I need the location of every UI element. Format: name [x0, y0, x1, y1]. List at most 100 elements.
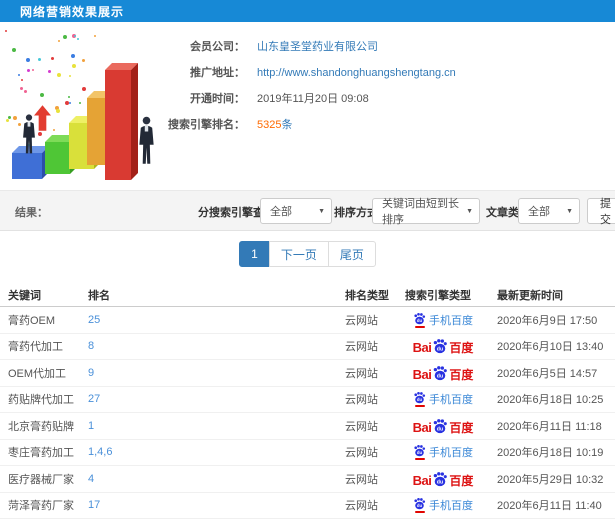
- promo-url-label: 推广地址：: [190, 67, 245, 79]
- table-row: 枣庄膏药加工 1,4,6 云网站 du 手机百度 2020年6月18日 10:19: [0, 440, 615, 466]
- cell-engine: du 手机百度: [397, 391, 489, 408]
- last-page-button[interactable]: 尾页: [327, 241, 376, 267]
- cell-rank[interactable]: 25: [88, 314, 100, 326]
- baidu-logo-badge[interactable]: Bai du 百度: [412, 471, 473, 487]
- open-time-label: 开通时间：: [190, 93, 245, 105]
- baidu-paw-icon: du: [434, 418, 448, 433]
- svg-text:du: du: [437, 373, 443, 379]
- cell-rank-type: 云网站: [345, 420, 378, 433]
- cell-engine: du 手机百度: [397, 444, 489, 461]
- cell-engine: Bai du 百度: [397, 338, 489, 354]
- mobile-baidu-badge[interactable]: du 手机百度: [413, 444, 473, 461]
- cell-keyword: 菏泽膏药厂家: [8, 500, 74, 513]
- cell-time: 2020年5月29日 10:32: [497, 473, 604, 486]
- cell-rank[interactable]: 9: [88, 367, 94, 379]
- cell-keyword: 药贴牌代加工: [8, 394, 74, 407]
- mobile-baidu-badge[interactable]: du 手机百度: [413, 497, 473, 514]
- table-row: 医疗器械厂家 4 云网站 Bai du 百度 2020年5月29日 10:32: [0, 466, 615, 493]
- baidu-paw-icon: du: [414, 392, 426, 404]
- table-row: 药贴牌代加工 27 云网站 du 手机百度 2020年6月18日 10:25: [0, 387, 615, 413]
- svg-text:du: du: [437, 479, 443, 485]
- svg-text:du: du: [417, 503, 423, 508]
- page: { "header": { "title": "网络营销效果展示", "bg_c…: [0, 0, 615, 520]
- cell-rank[interactable]: 17: [88, 499, 100, 511]
- info-row-rank-count: 搜索引擎排名： 5325条: [0, 116, 615, 134]
- cell-rank-type: 云网站: [345, 394, 378, 407]
- cell-time: 2020年6月11日 11:18: [497, 420, 602, 433]
- cell-engine: Bai du 百度: [397, 365, 489, 381]
- cell-rank[interactable]: 1: [88, 420, 94, 432]
- cell-keyword: 北京膏药贴牌: [8, 420, 74, 433]
- table-body: 膏药OEM 25 云网站 du 手机百度 2020年6月9日 17:50 膏药代加…: [0, 307, 615, 519]
- article-type-select-value: 全部: [528, 206, 550, 218]
- col-keyword: 关键词: [8, 289, 41, 302]
- sort-select[interactable]: 关键词由短到长排序 ▼: [372, 198, 480, 226]
- baidu-paw-icon: du: [414, 445, 426, 457]
- result-label: 结果：: [15, 207, 48, 219]
- cell-rank-type: 云网站: [345, 367, 378, 380]
- page-1-button[interactable]: 1: [239, 241, 270, 267]
- col-update-time: 最新更新时间: [497, 289, 563, 302]
- cell-keyword: OEM代加工: [8, 367, 67, 380]
- article-type-select[interactable]: 全部 ▼: [518, 198, 580, 224]
- cell-rank[interactable]: 8: [88, 340, 94, 352]
- mobile-baidu-badge[interactable]: du 手机百度: [413, 391, 473, 408]
- promo-url-link[interactable]: http://www.shandonghuangshengtang.cn: [257, 67, 456, 79]
- info-row-open-time: 开通时间： 2019年11月20日 09:08: [0, 90, 615, 108]
- rank-count-label: 搜索引擎排名：: [168, 119, 245, 131]
- cell-time: 2020年6月10日 13:40: [497, 341, 604, 354]
- baidu-paw-icon: du: [414, 498, 426, 510]
- cell-engine: Bai du 百度: [397, 418, 489, 434]
- filter-bar: 结果： 分搜索引擎查看 全部 ▼ 排序方式 关键词由短到长排序 ▼ 文章类型 全…: [0, 190, 615, 231]
- chevron-down-icon: ▼: [318, 208, 325, 215]
- submit-button[interactable]: 提交: [587, 198, 615, 226]
- baidu-logo-badge[interactable]: Bai du 百度: [412, 418, 473, 434]
- rank-count-suffix: 条: [281, 119, 293, 131]
- cell-time: 2020年6月11日 11:40: [497, 500, 602, 513]
- baidu-logo-badge[interactable]: Bai du 百度: [412, 365, 473, 381]
- page-title: 网络营销效果展示: [20, 4, 125, 19]
- baidu-bai-text: Bai: [412, 419, 432, 434]
- baidu-cn-text: 百度: [449, 341, 474, 355]
- cell-time: 2020年6月5日 14:57: [497, 367, 598, 380]
- chevron-down-icon: ▼: [466, 208, 473, 215]
- next-page-button[interactable]: 下一页: [268, 241, 329, 267]
- col-rank: 排名: [88, 289, 110, 302]
- info-row-url: 推广地址： http://www.shandonghuangshengtang.c…: [0, 64, 615, 82]
- cell-keyword: 膏药代加工: [8, 341, 63, 354]
- chart-bar-1: [12, 146, 49, 179]
- company-name-link[interactable]: 山东皇圣堂药业有限公司: [257, 41, 378, 53]
- table-row: 菏泽膏药厂家 17 云网站 du 手机百度 2020年6月11日 11:40: [0, 493, 615, 519]
- cell-rank[interactable]: 1,4,6: [88, 446, 112, 458]
- cell-rank-type: 云网站: [345, 447, 378, 460]
- mobile-baidu-badge[interactable]: du 手机百度: [413, 312, 473, 328]
- baidu-bai-text: Bai: [412, 340, 432, 355]
- rank-count-value: 5325: [257, 119, 282, 131]
- mobile-baidu-label: 手机百度: [429, 394, 473, 407]
- svg-text:du: du: [417, 318, 423, 323]
- table-row: 北京膏药贴牌 1 云网站 Bai du 百度 2020年6月11日 11:18: [0, 413, 615, 440]
- open-time-value: 2019年11月20日 09:08: [257, 93, 369, 105]
- baidu-bai-text: Bai: [412, 366, 432, 381]
- table-row: 膏药代加工 8 云网站 Bai du 百度 2020年6月10日 13:40: [0, 334, 615, 360]
- mobile-baidu-label: 手机百度: [429, 500, 473, 513]
- baidu-paw-icon: du: [434, 365, 448, 380]
- cell-engine: du 手机百度: [397, 312, 489, 328]
- cell-time: 2020年6月18日 10:25: [497, 394, 604, 407]
- table-header-row: 关键词 排名 排名类型 搜索引擎类型 最新更新时间: [0, 283, 615, 307]
- baidu-paw-icon: du: [414, 312, 426, 325]
- cell-keyword: 枣庄膏药加工: [8, 447, 74, 460]
- engine-select[interactable]: 全部 ▼: [260, 198, 332, 224]
- baidu-bai-text: Bai: [412, 472, 432, 487]
- svg-text:du: du: [437, 347, 443, 353]
- chevron-down-icon: ▼: [566, 208, 573, 215]
- baidu-paw-icon: du: [434, 471, 448, 486]
- cell-rank[interactable]: 4: [88, 473, 94, 485]
- engine-select-value: 全部: [270, 206, 292, 218]
- baidu-logo-badge[interactable]: Bai du 百度: [412, 338, 474, 355]
- cell-time: 2020年6月9日 17:50: [497, 314, 598, 327]
- cell-rank[interactable]: 27: [88, 393, 100, 405]
- table-row: OEM代加工 9 云网站 Bai du 百度 2020年6月5日 14:57: [0, 360, 615, 387]
- svg-text:du: du: [417, 397, 423, 402]
- company-label: 会员公司：: [190, 41, 245, 53]
